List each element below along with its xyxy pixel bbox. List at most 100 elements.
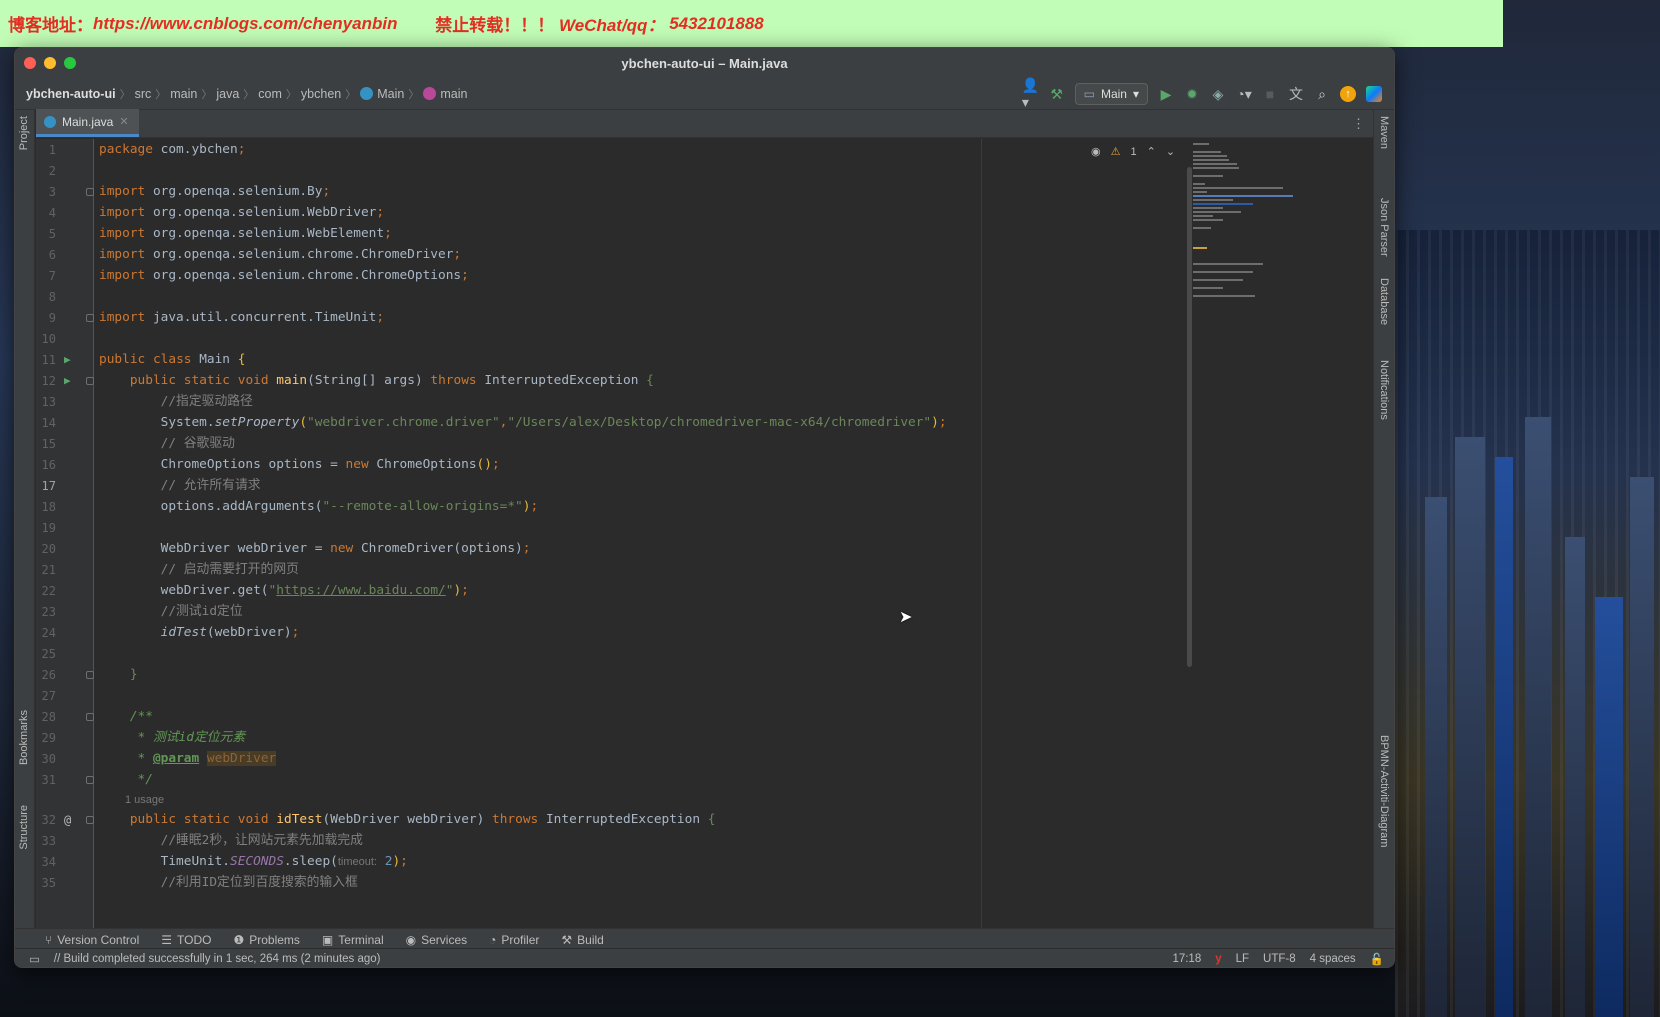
database-tool-button[interactable]: Database [1378,278,1390,325]
project-tool-button[interactable]: Project [18,116,30,150]
run-gutter-icon[interactable]: ▶ [64,349,71,371]
breadcrumb-java[interactable]: java [216,87,239,101]
code-line-5[interactable]: import org.openqa.selenium.WebElement; [99,223,392,245]
line-number: 18 [41,500,56,514]
breadcrumb-main-dir[interactable]: main [170,87,197,101]
code-line-22[interactable]: webDriver.get("https://www.baidu.com/"); [99,580,469,602]
status-message[interactable]: // Build completed successfully in 1 sec… [54,953,381,965]
code-line-4[interactable]: import org.openqa.selenium.WebDriver; [99,202,384,224]
code-line-12[interactable]: public static void main(String[] args) t… [99,370,654,392]
breadcrumb-project[interactable]: ybchen-auto-ui [26,87,116,101]
code-line-29[interactable]: * 测试id定位元素 [99,727,246,749]
more-options-icon[interactable]: ⋮ [1352,116,1365,132]
tab-services[interactable]: ◉ Services [406,933,468,947]
code-line-11[interactable]: public class Main { [99,349,245,371]
warning-icon[interactable]: ⚠ [1111,145,1121,158]
code-line-30[interactable]: * @param webDriver [99,748,277,770]
fold-toggle[interactable] [86,671,94,679]
run-gutter-icon[interactable]: ▶ [64,370,71,392]
breadcrumb-class[interactable]: Main [377,87,404,101]
code-minimap[interactable] [1193,139,1301,929]
close-icon[interactable]: ✕ [119,115,128,128]
code-line-31[interactable]: */ [99,769,153,791]
code-line-21[interactable]: // 启动需要打开的网页 [99,559,299,581]
tab-version-control[interactable]: ⑂ Version Control [45,933,139,947]
build-hammer-icon[interactable]: ⚒ [1049,86,1065,102]
fold-toggle[interactable] [86,314,94,322]
code-line-26[interactable]: } [99,664,138,686]
zoom-window-button[interactable] [64,57,76,69]
tab-build[interactable]: ⚒ Build [561,933,603,947]
code-line-13[interactable]: //指定驱动路径 [99,391,253,413]
bpmn-tool-button[interactable]: BPMN-Activiti-Diagram [1378,735,1390,847]
code-line-16[interactable]: ChromeOptions options = new ChromeOption… [99,454,500,476]
debug-icon[interactable]: ✹ [1184,86,1200,102]
code-line-9[interactable]: import java.util.concurrent.TimeUnit; [99,307,384,329]
editor-scrollbar[interactable] [1187,167,1192,667]
plugin-icon[interactable] [1366,86,1382,102]
code-line-34[interactable]: TimeUnit.SECONDS.sleep(timeout: 2); [99,851,408,873]
code-line-3[interactable]: import org.openqa.selenium.By; [99,181,330,203]
breadcrumb-ybchen[interactable]: ybchen [301,87,341,101]
layout-toggle-icon[interactable]: ▭ [29,952,40,966]
code-line-15[interactable]: // 谷歌驱动 [99,433,235,455]
code-line-7[interactable]: import org.openqa.selenium.chrome.Chrome… [99,265,469,287]
code-line-23[interactable]: //测试id定位 [99,601,243,623]
chevron-down-icon[interactable]: ⌄ [1166,145,1175,158]
notifications-tool-button[interactable]: Notifications [1378,360,1390,420]
maven-tool-button[interactable]: Maven [1378,116,1390,149]
tab-todo[interactable]: ☰ TODO [161,933,211,947]
code-line-17[interactable]: // 允许所有请求 [99,475,261,497]
indent-setting[interactable]: 4 spaces [1310,953,1356,965]
close-window-button[interactable] [24,57,36,69]
code-line-6[interactable]: import org.openqa.selenium.chrome.Chrome… [99,244,461,266]
code-line-14[interactable]: System.setProperty("webdriver.chrome.dri… [99,412,947,434]
breadcrumb-method[interactable]: main [440,87,467,101]
breadcrumb-src[interactable]: src [135,87,152,101]
code-editor[interactable]: ◉ ⚠ 1 ⌃ ⌄ 1 package com.ybchen; 2 3 import … [36,139,1373,929]
translate-icon[interactable]: 文 [1288,86,1304,102]
yaml-plugin-icon[interactable]: y [1215,953,1221,965]
fold-toggle[interactable] [86,776,94,784]
lock-icon[interactable]: 🔓 [1370,952,1384,966]
file-encoding[interactable]: UTF-8 [1263,953,1296,965]
code-line-1[interactable]: package com.ybchen; [99,139,245,161]
tab-main-java[interactable]: Main.java ✕ [36,109,139,137]
code-line-32[interactable]: public static void idTest(WebDriver webD… [99,809,716,831]
code-line-20[interactable]: WebDriver webDriver = new ChromeDriver(o… [99,538,531,560]
fold-toggle[interactable] [86,377,94,385]
run-icon[interactable]: ▶ [1158,86,1174,102]
bookmarks-tool-button[interactable]: Bookmarks [18,710,30,765]
caret-position[interactable]: 17:18 [1172,953,1201,965]
structure-tool-button[interactable]: Structure [18,805,30,850]
class-icon [360,87,374,100]
code-line-24[interactable]: idTest(webDriver); [99,622,300,644]
override-at-icon[interactable]: @ [64,809,71,831]
search-icon[interactable]: ⌕ [1314,86,1330,102]
code-line-35[interactable]: //利用ID定位到百度搜索的输入框 [99,872,358,894]
tab-profiler[interactable]: ◔ Profiler [489,933,539,947]
fold-toggle[interactable] [86,713,94,721]
vcs-user-icon[interactable]: 👤▾ [1022,77,1039,110]
fold-toggle[interactable] [86,816,94,824]
tab-problems[interactable]: ❶ Problems [233,933,299,947]
stop-icon[interactable]: ■ [1262,86,1278,102]
minimize-window-button[interactable] [44,57,56,69]
breadcrumb-com[interactable]: com [258,87,282,101]
coverage-icon[interactable]: ◈ [1210,86,1226,102]
reader-mode-icon[interactable]: ◉ [1091,145,1101,158]
usages-hint[interactable]: 1 usage [125,789,164,811]
line-number: 26 [41,668,56,682]
json-parser-tool-button[interactable]: Json Parser [1378,198,1390,257]
fold-toggle[interactable] [86,188,94,196]
line-separator[interactable]: LF [1236,953,1249,965]
run-configuration-select[interactable]: ▭ Main ▾ [1074,83,1148,105]
profile-icon[interactable]: ◔▾ [1236,86,1252,102]
code-line-28[interactable]: /** [99,706,153,728]
line-number: 31 [41,773,56,787]
chevron-up-icon[interactable]: ⌃ [1147,145,1156,158]
code-line-18[interactable]: options.addArguments("--remote-allow-ori… [99,496,539,518]
tab-terminal[interactable]: ▣ Terminal [322,933,384,947]
update-icon[interactable]: ↑ [1340,86,1356,102]
code-line-33[interactable]: //睡眠2秒，让网站元素先加载完成 [99,830,363,852]
